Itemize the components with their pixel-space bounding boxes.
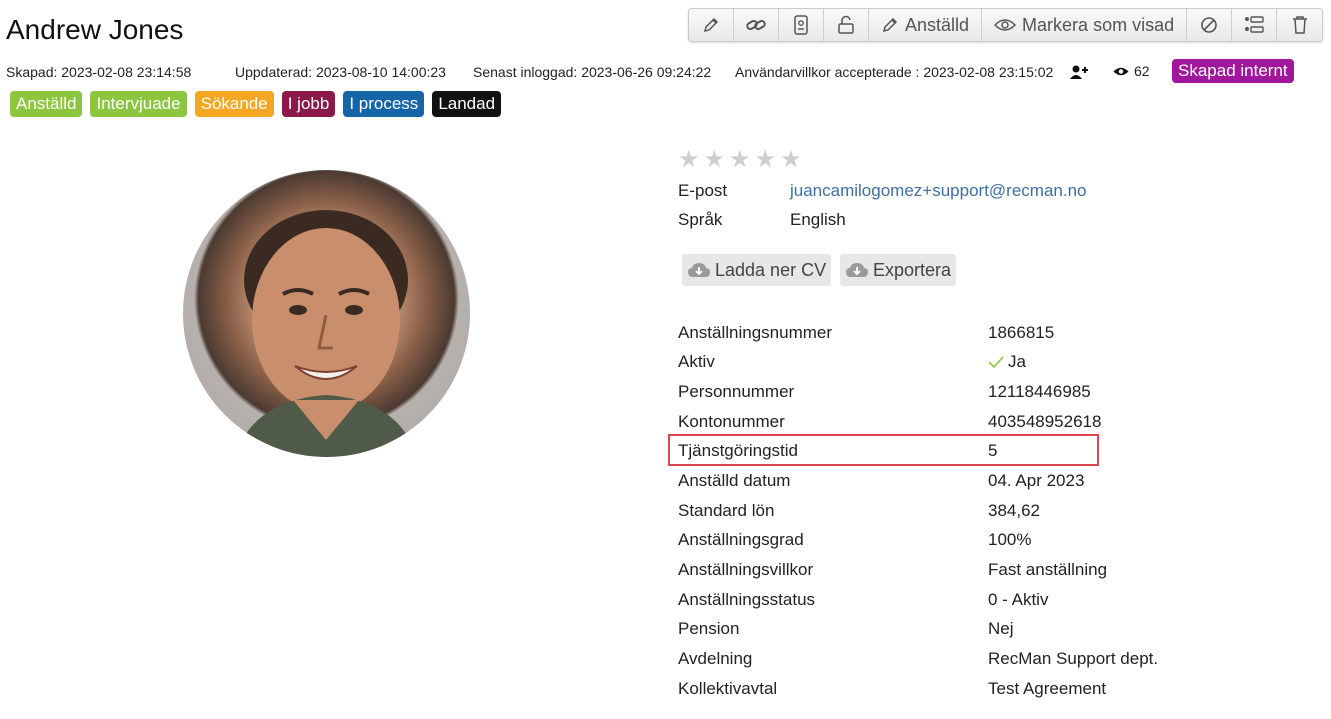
- detail-value: Test Agreement: [988, 679, 1107, 698]
- detail-label: Anställd datum: [678, 471, 791, 490]
- created-internally-badge: Skapad internt: [1172, 59, 1294, 83]
- detail-row-department: Avdelning RecMan Support dept.: [678, 649, 1198, 675]
- eye-icon: [994, 19, 1017, 31]
- detail-label: Kollektivavtal: [678, 679, 778, 698]
- detail-row-employed-date: Anställd datum 04. Apr 2023: [678, 471, 1198, 497]
- candidate-name: Andrew Jones: [6, 14, 184, 45]
- detail-row-employment-status: Anställningsstatus 0 - Aktiv: [678, 590, 1198, 616]
- detail-row-active: Aktiv Ja: [678, 352, 1198, 378]
- detail-row-pension: Pension Nej: [678, 619, 1198, 645]
- detail-value: 403548952618: [988, 412, 1102, 431]
- star-icon[interactable]: ★: [704, 148, 726, 172]
- detail-row-employment-rate: Anställningsgrad 100%: [678, 530, 1198, 556]
- id-card-icon: [794, 15, 808, 35]
- email-link[interactable]: juancamilogomez+support@recman.no: [790, 181, 1087, 201]
- unlock-icon: [838, 15, 854, 34]
- detail-value: 100%: [988, 530, 1032, 549]
- detail-label: Pension: [678, 619, 740, 638]
- detail-label: Personnummer: [678, 382, 795, 401]
- detail-row-standard-salary: Standard lön 384,62: [678, 501, 1198, 527]
- eye-icon: [1113, 67, 1129, 75]
- tag-in-job[interactable]: I jobb: [281, 91, 336, 117]
- link-button[interactable]: [734, 9, 779, 41]
- detail-value: Fast anställning: [988, 560, 1108, 579]
- detail-row-personal-number: Personnummer 12118446985: [678, 382, 1198, 408]
- detail-label: Aktiv: [678, 352, 715, 371]
- profile-photo: [235, 210, 417, 457]
- action-toolbar: Anställd Markera som visad: [688, 8, 1324, 42]
- detail-label: Anställningsvillkor: [678, 560, 814, 579]
- export-label: Exportera: [873, 259, 952, 280]
- detail-value: 384,62: [988, 501, 1040, 520]
- view-count-value: 62: [1134, 63, 1150, 79]
- download-cv-label: Ladda ner CV: [715, 259, 827, 280]
- avatar: [183, 170, 470, 457]
- detail-value-wrap: Ja: [988, 352, 1026, 372]
- detail-row-employment-terms: Anställningsvillkor Fast anställning: [678, 560, 1198, 586]
- detail-label: Anställningsstatus: [678, 590, 816, 609]
- ban-icon: [1201, 17, 1217, 33]
- check-icon: [988, 356, 1004, 369]
- mark-as-viewed-label: Markera som visad: [1022, 14, 1175, 35]
- view-count: 62: [1113, 63, 1150, 79]
- tag-employed[interactable]: Anställd: [10, 91, 83, 117]
- download-cv-button[interactable]: Ladda ner CV: [682, 254, 832, 286]
- detail-label: Anställningsnummer: [678, 323, 833, 342]
- tag-landed[interactable]: Landad: [432, 91, 502, 117]
- detail-row-employee-number: Anställningsnummer 1866815: [678, 323, 1198, 349]
- list-icon: [1245, 16, 1264, 33]
- detail-value: Ja: [1008, 352, 1026, 371]
- employed-button-label: Anställd: [905, 14, 970, 35]
- star-rating[interactable]: ★ ★ ★ ★ ★: [678, 148, 802, 172]
- export-button[interactable]: Exportera: [840, 254, 957, 286]
- add-user-icon[interactable]: [1069, 64, 1089, 80]
- language-label: Språk: [678, 210, 723, 229]
- pencil-icon: [703, 17, 719, 33]
- detail-value: 04. Apr 2023: [988, 471, 1085, 490]
- detail-value: Nej: [988, 619, 1014, 638]
- mark-as-viewed-button[interactable]: Markera som visad: [982, 9, 1188, 41]
- tag-in-process[interactable]: I process: [343, 91, 425, 117]
- detail-row-collective-agreement: Kollektivavtal Test Agreement: [678, 679, 1198, 705]
- edit-button[interactable]: [689, 9, 734, 41]
- link-icon: [746, 20, 766, 30]
- detail-value: 12118446985: [988, 382, 1091, 401]
- detail-label: Standard lön: [678, 501, 775, 520]
- email-label: E-post: [678, 181, 728, 200]
- employed-button[interactable]: Anställd: [869, 9, 983, 41]
- star-icon[interactable]: ★: [755, 148, 777, 172]
- star-icon[interactable]: ★: [780, 148, 802, 172]
- detail-value: RecMan Support dept.: [988, 649, 1159, 668]
- language-value: English: [790, 210, 846, 229]
- block-button[interactable]: [1187, 9, 1233, 41]
- star-icon[interactable]: ★: [678, 148, 700, 172]
- unlock-button[interactable]: [824, 9, 869, 41]
- detail-label: Kontonummer: [678, 412, 785, 431]
- created-timestamp: Skapad: 2023-02-08 23:14:58: [6, 64, 192, 80]
- pencil-icon: [882, 17, 898, 33]
- detail-label: Anställningsgrad: [678, 530, 804, 549]
- cloud-download-icon: [688, 263, 710, 277]
- detail-label: Avdelning: [678, 649, 753, 668]
- tag-applicant[interactable]: Sökande: [194, 91, 274, 117]
- list-button[interactable]: [1232, 9, 1278, 41]
- trash-icon: [1292, 16, 1307, 34]
- detail-value: 1866815: [988, 323, 1055, 342]
- star-icon[interactable]: ★: [729, 148, 751, 172]
- tag-interviewed[interactable]: Intervjuade: [90, 91, 187, 117]
- updated-timestamp: Uppdaterad: 2023-08-10 14:00:23: [235, 64, 446, 80]
- detail-value: 0 - Aktiv: [988, 590, 1049, 609]
- cloud-download-icon: [846, 263, 868, 277]
- terms-accepted-timestamp: Användarvillkor accepterade : 2023-02-08…: [735, 64, 1054, 80]
- last-login-timestamp: Senast inloggad: 2023-06-26 09:24:22: [473, 64, 712, 80]
- contact-card-button[interactable]: [779, 9, 824, 41]
- highlight-box: [668, 434, 1099, 466]
- status-tags: Anställd Intervjuade Sökande I jobb I pr…: [10, 91, 502, 117]
- delete-button[interactable]: [1277, 9, 1322, 41]
